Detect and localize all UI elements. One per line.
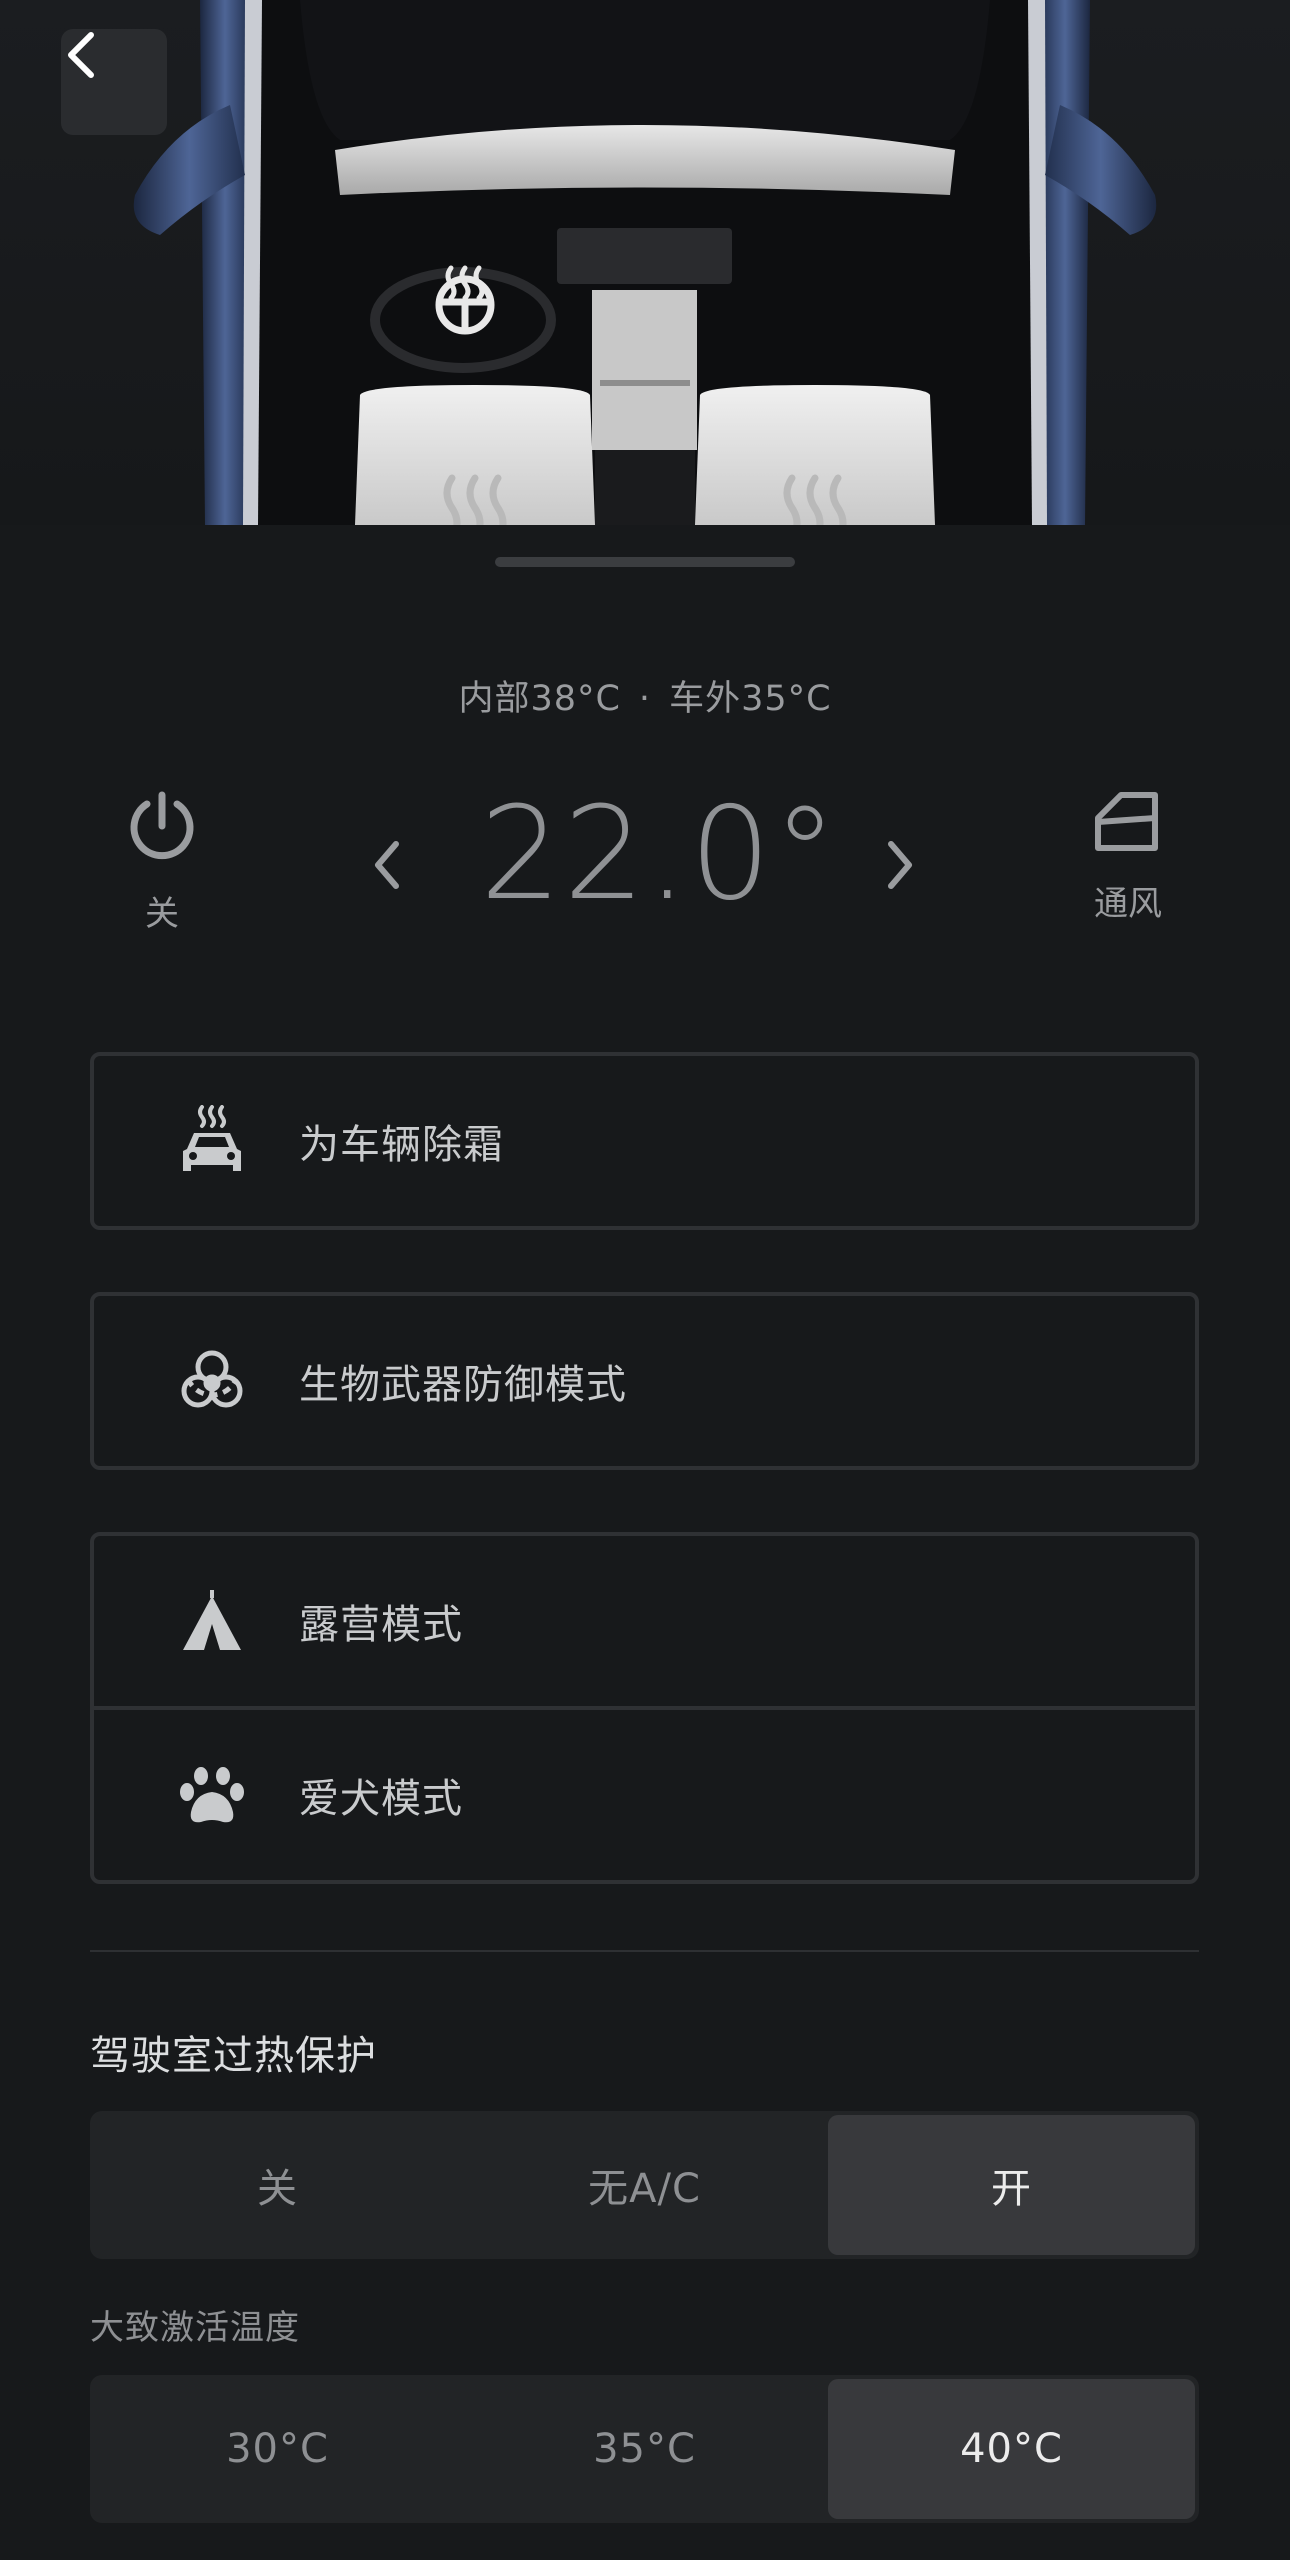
power-label: 关 <box>145 894 179 934</box>
camp-label: 露营模式 <box>299 1602 463 1648</box>
chevron-left-icon <box>375 841 399 889</box>
camp-mode-button[interactable]: 露营模式 <box>94 1536 1195 1706</box>
bioweapon-label: 生物武器防御模式 <box>299 1362 627 1408</box>
overheat-option-on[interactable]: 开 <box>828 2115 1195 2255</box>
camp-dog-card: 露营模式 爱犬模式 <box>90 1532 1199 1884</box>
temp-separator: · <box>638 679 652 719</box>
power-icon <box>130 791 194 860</box>
defrost-mode-button[interactable]: 为车辆除霜 <box>94 1056 1195 1226</box>
car-top-view <box>0 0 1290 525</box>
chevron-left-icon <box>68 32 94 78</box>
dog-mode-button[interactable]: 爱犬模式 <box>94 1706 1195 1880</box>
section-divider <box>90 1950 1199 1952</box>
vent-windows-button[interactable]: 通风 <box>1048 790 1208 925</box>
defrost-car-icon <box>174 1103 250 1179</box>
paw-icon <box>174 1757 250 1833</box>
temp-option-40[interactable]: 40°C <box>828 2379 1195 2519</box>
bioweapon-mode-button[interactable]: 生物武器防御模式 <box>94 1296 1195 1466</box>
temperature-readout: 内部38°C · 车外35°C <box>0 670 1290 721</box>
exterior-temp: 车外35°C <box>669 679 832 719</box>
temp-decrease-button[interactable] <box>357 815 417 915</box>
climate-sheet: 内部38°C · 车外35°C 关 22.0° 通风 为车辆除霜 生物武器防御模… <box>0 525 1290 2560</box>
tent-icon <box>174 1583 250 1659</box>
defrost-card: 为车辆除霜 <box>90 1052 1199 1230</box>
overheat-protection-selector: 关 无A/C 开 <box>90 2111 1199 2259</box>
biohazard-icon <box>174 1343 250 1419</box>
overheat-option-off[interactable]: 关 <box>94 2115 461 2255</box>
vent-label: 通风 <box>1094 884 1162 924</box>
interior-temp: 内部38°C <box>458 679 621 719</box>
overheat-protection-title: 驾驶室过热保护 <box>90 2033 377 2079</box>
overheat-option-no-ac[interactable]: 无A/C <box>461 2115 828 2255</box>
temp-increase-button[interactable] <box>870 815 930 915</box>
climate-power-button[interactable]: 关 <box>82 790 242 935</box>
window-vent-icon <box>1095 792 1158 851</box>
temp-option-35[interactable]: 35°C <box>461 2379 828 2519</box>
car-top-view-illustration <box>133 0 1157 525</box>
dog-label: 爱犬模式 <box>299 1776 463 1822</box>
activation-temp-selector: 30°C 35°C 40°C <box>90 2375 1199 2523</box>
temperature-setpoint: 22.0° <box>480 780 839 929</box>
bioweapon-card: 生物武器防御模式 <box>90 1292 1199 1470</box>
temp-option-30[interactable]: 30°C <box>94 2379 461 2519</box>
chevron-right-icon <box>888 841 912 889</box>
back-button[interactable] <box>61 29 167 135</box>
activation-temp-title: 大致激活温度 <box>90 2308 300 2348</box>
sheet-drag-handle[interactable] <box>495 557 795 567</box>
defrost-label: 为车辆除霜 <box>299 1122 504 1168</box>
